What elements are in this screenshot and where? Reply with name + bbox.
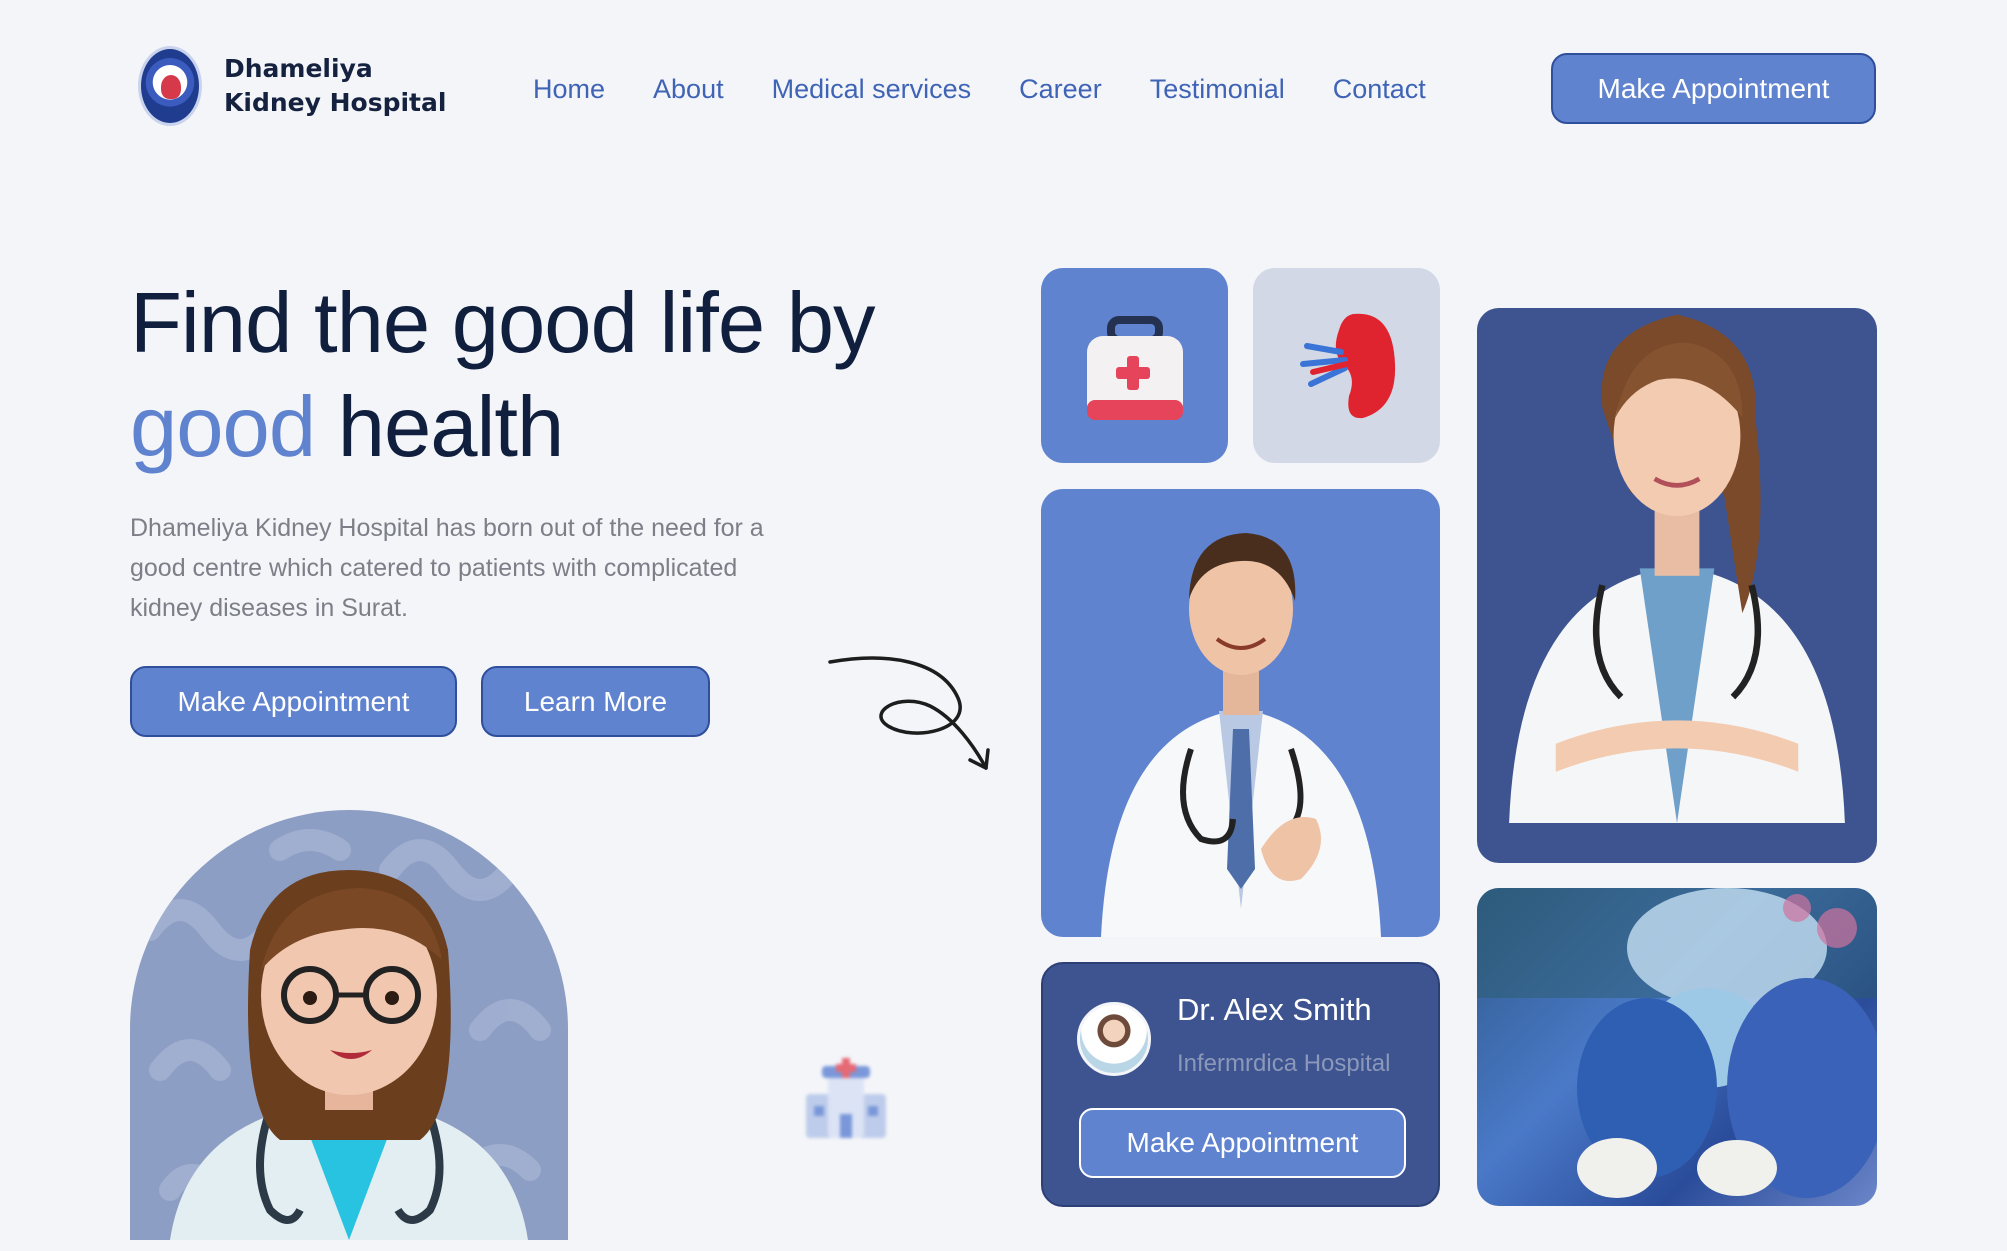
hero-make-appointment-button[interactable]: Make Appointment [130,666,457,737]
kidney-icon [1300,313,1396,419]
nav-testimonial[interactable]: Testimonial [1150,70,1285,108]
nav-home[interactable]: Home [533,70,605,108]
first-aid-tile[interactable] [1041,268,1228,463]
nav-contact[interactable]: Contact [1333,70,1426,108]
brand-name: Dhameliya Kidney Hospital [224,52,446,120]
curly-arrow-icon [828,656,990,770]
brand-logo[interactable]: Dhameliya Kidney Hospital [138,46,446,126]
doctor-avatar-illustration [130,810,568,1240]
brand-name-line1: Dhameliya [224,54,373,83]
nav-medical-services[interactable]: Medical services [772,70,972,108]
card-make-appointment-button[interactable]: Make Appointment [1079,1108,1406,1178]
doctor-card: Dr. Alex Smith Infermrdica Hospital Make… [1041,962,1440,1207]
doctor-hospital: Infermrdica Hospital [1177,1050,1391,1077]
nav-about[interactable]: About [653,70,724,108]
nav-make-appointment-button[interactable]: Make Appointment [1551,53,1876,124]
kidney-tile[interactable] [1253,268,1440,463]
hero-description: Dhameliya Kidney Hospital has born out o… [130,514,764,622]
surgery-photo [1477,888,1877,1206]
brand-name-line2: Kidney Hospital [224,88,447,117]
learn-more-button[interactable]: Learn More [481,666,710,737]
nav-career[interactable]: Career [1019,70,1102,108]
first-aid-kit-icon [1087,316,1183,420]
doctor-name: Dr. Alex Smith [1177,992,1372,1027]
hero-title: Find the good life by good health [130,272,930,480]
hospital-building-icon [806,1058,886,1138]
hero-title-accent: good [130,380,316,475]
hero-title-part1: Find the good life by [130,276,875,371]
female-doctor-photo [1477,308,1877,863]
hospital-emblem-icon [138,46,202,126]
doctor-avatar [1077,1002,1151,1076]
main-nav: Home About Medical services Career Testi… [533,70,1474,108]
hero-title-part2: health [315,380,565,475]
male-doctor-photo [1041,489,1440,937]
